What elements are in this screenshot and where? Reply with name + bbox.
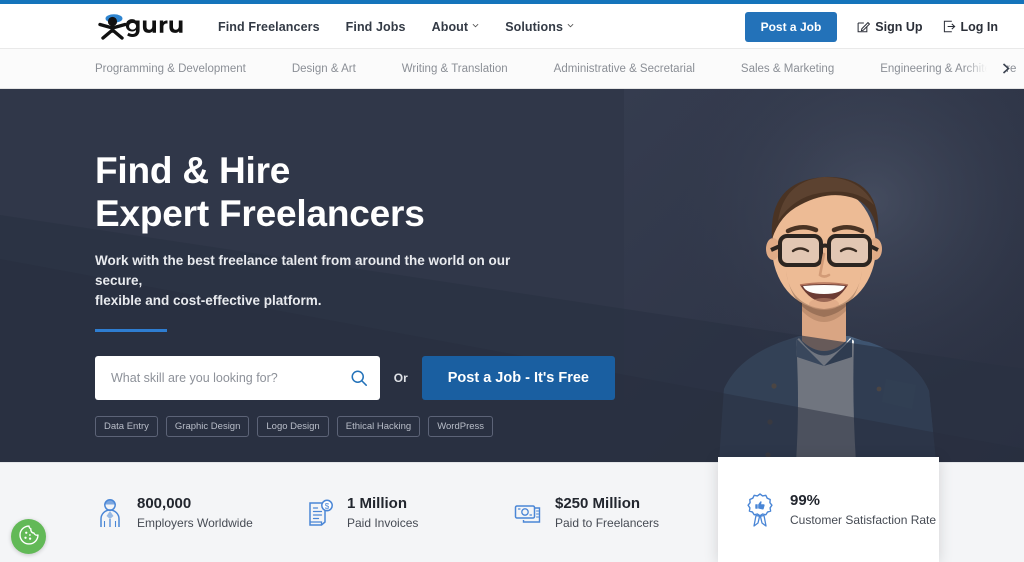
chevron-down-icon: [567, 22, 574, 29]
nav-label: Find Jobs: [345, 19, 406, 34]
site-header: Find Freelancers Find Jobs About Solutio…: [0, 4, 1024, 49]
chip-wordpress[interactable]: WordPress: [428, 416, 494, 437]
hero-title-line-1: Find & Hire: [95, 150, 291, 191]
hero-post-job-button[interactable]: Post a Job - It's Free: [421, 356, 615, 400]
nav-item-find-jobs[interactable]: Find Jobs: [346, 20, 406, 34]
search-icon[interactable]: [350, 369, 368, 387]
stat-value: $250 Million: [555, 495, 641, 512]
hero-subtitle-line-1: Work with the best freelance talent from…: [95, 253, 511, 288]
category-list: Programming & Development Design & Art W…: [95, 49, 1016, 88]
stat-label: Paid Invoices: [347, 516, 419, 530]
nav-item-solutions[interactable]: Solutions: [505, 20, 574, 34]
post-a-job-button[interactable]: Post a Job: [744, 11, 838, 42]
stat-label: Paid to Freelancers: [555, 516, 660, 530]
hero-section: Find & Hire Expert Freelancers Work with…: [0, 89, 1024, 462]
category-item-sales-marketing[interactable]: Sales & Marketing: [741, 63, 834, 75]
svg-text:$: $: [325, 502, 330, 511]
chip-ethical-hacking[interactable]: Ethical Hacking: [336, 416, 421, 437]
category-item-programming-development[interactable]: Programming & Development: [95, 63, 246, 75]
or-separator-label: Or: [393, 371, 408, 385]
popular-skill-chips: Data Entry Graphic Design Logo Design Et…: [95, 416, 615, 437]
chevron-down-icon: [472, 22, 479, 29]
chip-logo-design[interactable]: Logo Design: [257, 416, 329, 437]
stat-employers-worldwide: 800,000 Employers Worldwide: [95, 494, 305, 532]
chip-data-entry[interactable]: Data Entry: [95, 416, 158, 437]
stat-value: 1 Million: [347, 495, 407, 512]
stat-card-label: Customer Satisfaction Rate: [790, 512, 937, 527]
award-ribbon-thumbsup-icon: [744, 492, 776, 528]
nav-label: Find Freelancers: [218, 19, 320, 34]
page-root: Find Freelancers Find Jobs About Solutio…: [0, 0, 1024, 562]
category-navigation-bar: Programming & Development Design & Art W…: [0, 49, 1024, 89]
stat-paid-invoices: $ 1 Million Paid Invoices: [305, 494, 513, 532]
nav-label: Solutions: [505, 19, 564, 34]
category-item-design-art[interactable]: Design & Art: [292, 63, 356, 75]
sign-up-label: Sign Up: [875, 19, 923, 34]
cookie-consent-button[interactable]: [11, 519, 46, 554]
nav-item-find-freelancers[interactable]: Find Freelancers: [218, 20, 320, 34]
log-in-label: Log In: [960, 19, 999, 34]
stat-card-customer-satisfaction: 99% Customer Satisfaction Rate: [718, 457, 939, 562]
hero-subtitle-line-2: flexible and cost-effective platform.: [95, 293, 322, 308]
employer-person-icon: [95, 497, 125, 529]
hero-content: Find & Hire Expert Freelancers Work with…: [95, 149, 615, 437]
cash-money-icon: [513, 497, 543, 529]
stat-label: Employers Worldwide: [137, 516, 253, 530]
chip-graphic-design[interactable]: Graphic Design: [165, 416, 250, 437]
skill-search-box[interactable]: [95, 356, 380, 400]
nav-label: About: [431, 19, 469, 34]
guru-logo[interactable]: [95, 12, 195, 42]
hero-search-row: Or Post a Job - It's Free: [95, 356, 615, 400]
hero-photo: [624, 89, 1024, 462]
hero-title: Find & Hire Expert Freelancers: [95, 149, 615, 235]
hero-subtitle: Work with the best freelance talent from…: [95, 251, 535, 311]
invoice-dollar-icon: $: [305, 497, 335, 529]
category-item-administrative-secretarial[interactable]: Administrative & Secretarial: [554, 63, 695, 75]
log-in-link[interactable]: Log In: [943, 19, 999, 34]
category-item-writing-translation[interactable]: Writing & Translation: [402, 63, 508, 75]
cookie-icon: [18, 524, 40, 549]
stat-paid-to-freelancers: $250 Million Paid to Freelancers: [513, 494, 723, 532]
hero-title-line-2: Expert Freelancers: [95, 193, 425, 234]
sign-up-link[interactable]: Sign Up: [857, 19, 923, 34]
stats-list: 800,000 Employers Worldwide $ 1 Million: [95, 463, 723, 562]
search-input[interactable]: [111, 371, 350, 385]
chevron-right-icon[interactable]: [1000, 62, 1012, 75]
stat-value: 800,000: [137, 495, 192, 512]
login-arrow-icon: [943, 20, 956, 33]
stat-card-value: 99%: [790, 491, 821, 509]
pencil-square-icon: [857, 20, 871, 33]
header-actions: Post a Job Sign Up Log In: [744, 4, 999, 49]
nav-item-about[interactable]: About: [432, 20, 480, 34]
primary-navigation: Find Freelancers Find Jobs About Solutio…: [218, 4, 574, 49]
hero-accent-rule: [95, 329, 167, 332]
